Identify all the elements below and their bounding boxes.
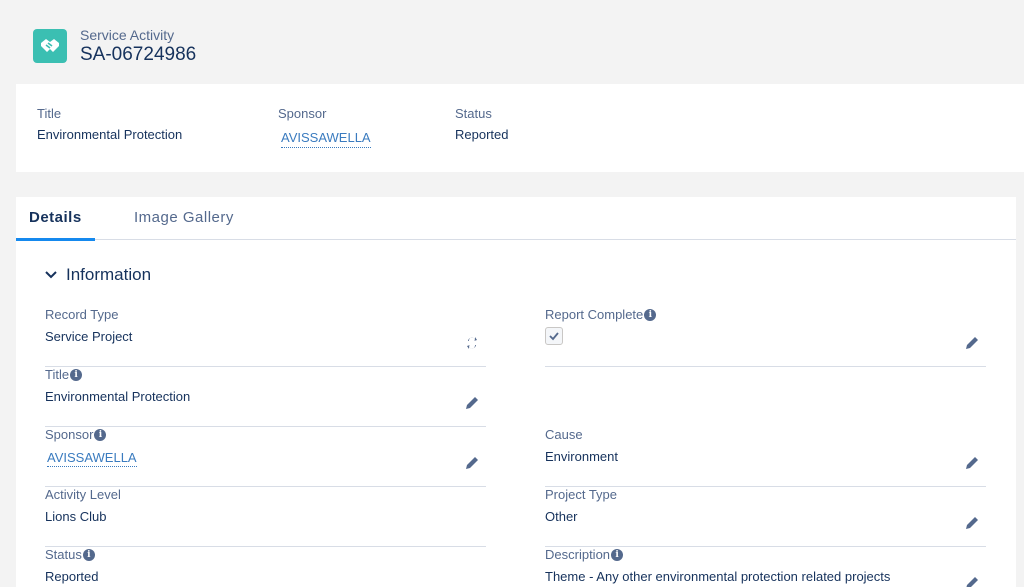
record-type-label: Record Type xyxy=(45,307,119,322)
pencil-icon[interactable] xyxy=(964,455,980,471)
field-description: Description i Theme - Any other environme… xyxy=(545,547,986,587)
highlight-sponsor-link[interactable]: AVISSAWELLA xyxy=(281,130,371,148)
field-sponsor: Sponsor i AVISSAWELLA xyxy=(45,427,486,487)
field-label: Cause xyxy=(545,427,583,442)
field-cause: Cause Environment xyxy=(545,427,986,487)
info-icon[interactable]: i xyxy=(82,548,95,561)
field-title: Title i Environmental Protection xyxy=(45,367,486,427)
activity-level-value: Lions Club xyxy=(45,509,107,524)
highlight-sponsor: Sponsor AVISSAWELLA xyxy=(278,106,371,148)
info-icon[interactable]: i xyxy=(611,548,624,561)
info-icon[interactable]: i xyxy=(70,368,83,381)
pencil-icon[interactable] xyxy=(464,395,480,411)
chevron-down-icon xyxy=(45,271,57,279)
highlight-status-label: Status xyxy=(455,106,492,121)
highlight-title: Title Environmental Protection xyxy=(37,106,182,142)
section-title: Information xyxy=(66,265,152,284)
record-name: SA-06724986 xyxy=(80,44,197,65)
activity-level-label: Activity Level xyxy=(45,487,121,502)
record-header: Service Activity SA-06724986 xyxy=(0,0,1024,84)
record-type-value: Service Project xyxy=(45,329,133,344)
status-label: Status xyxy=(45,547,82,562)
field-label: Project Type xyxy=(545,487,617,502)
change-record-type-icon[interactable] xyxy=(464,335,480,351)
highlight-title-label: Title xyxy=(37,106,62,121)
handshake-icon xyxy=(33,29,67,63)
field-label: Report Complete i xyxy=(545,307,657,322)
details-card: Details Image Gallery Information Record… xyxy=(16,197,1016,587)
section-information-toggle[interactable]: Information xyxy=(44,265,151,285)
pencil-icon[interactable] xyxy=(464,455,480,471)
title-value: Environmental Protection xyxy=(45,389,191,404)
project-type-label: Project Type xyxy=(545,487,618,502)
sponsor-label: Sponsor xyxy=(45,427,94,442)
checkmark-icon xyxy=(549,332,559,341)
pencil-icon[interactable] xyxy=(964,335,980,351)
cause-label: Cause xyxy=(545,427,583,442)
report-complete-label: Report Complete xyxy=(545,307,644,322)
title-label: Title xyxy=(45,367,70,382)
highlight-status: Status Reported xyxy=(455,106,508,142)
tab-image-gallery[interactable]: Image Gallery xyxy=(134,197,234,240)
pencil-icon[interactable] xyxy=(964,515,980,531)
status-value: Reported xyxy=(45,569,99,584)
info-icon[interactable]: i xyxy=(94,428,107,441)
tab-bar: Details Image Gallery xyxy=(16,197,1016,241)
highlights-panel: Title Environmental Protection Sponsor A… xyxy=(16,84,1024,172)
field-status: Status i Reported xyxy=(45,547,486,587)
info-icon[interactable]: i xyxy=(644,308,657,321)
pencil-icon[interactable] xyxy=(964,575,980,587)
object-type-label: Service Activity xyxy=(80,27,175,43)
tab-details[interactable]: Details xyxy=(16,197,95,241)
field-label: Description i xyxy=(545,547,624,562)
field-label: Activity Level xyxy=(45,487,121,502)
highlight-status-value: Reported xyxy=(455,127,509,142)
description-value: Theme - Any other environmental protecti… xyxy=(545,569,891,584)
field-activity-level: Activity Level Lions Club xyxy=(45,487,486,547)
field-report-complete: Report Complete i xyxy=(545,307,986,367)
field-label: Status i xyxy=(45,547,95,562)
field-project-type: Project Type Other xyxy=(545,487,986,547)
highlight-title-value: Environmental Protection xyxy=(37,127,183,142)
highlight-sponsor-label: Sponsor xyxy=(278,106,327,121)
project-type-value: Other xyxy=(545,509,578,524)
cause-value: Environment xyxy=(545,449,618,464)
sponsor-link[interactable]: AVISSAWELLA xyxy=(47,450,137,467)
field-record-type: Record Type Service Project xyxy=(45,307,486,367)
field-label: Title i xyxy=(45,367,83,382)
description-label: Description xyxy=(545,547,611,562)
report-complete-checkbox xyxy=(545,327,563,345)
field-label: Record Type xyxy=(45,307,118,322)
field-label: Sponsor i xyxy=(45,427,107,442)
